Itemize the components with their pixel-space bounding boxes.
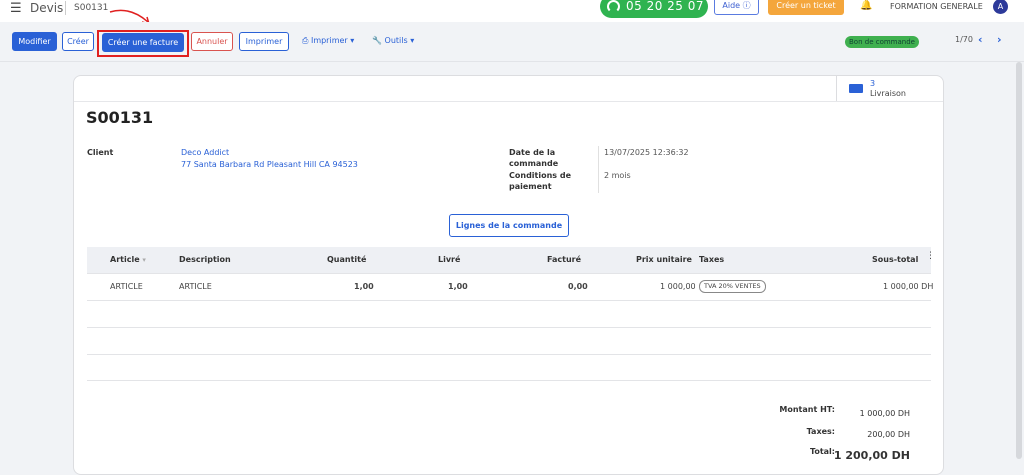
outils-dropdown[interactable]: 🔧 Outils ▾ — [372, 36, 414, 45]
annotation-highlight-box — [97, 30, 189, 57]
truck-icon — [849, 84, 863, 93]
annuler-button[interactable]: Annuler — [191, 32, 233, 51]
column-header-facture[interactable]: Facturé — [547, 255, 581, 264]
column-header-quantite[interactable]: Quantité — [327, 255, 366, 264]
pager-counter[interactable]: 1/70 — [955, 35, 973, 44]
row-divider — [87, 300, 931, 301]
imprimer-dropdown-label: Imprimer — [310, 36, 348, 45]
conditions-value: 2 mois — [604, 171, 631, 180]
taxes-value: 200,00 DH — [867, 430, 910, 439]
modifier-button[interactable]: Modifier — [12, 32, 57, 51]
user-name[interactable]: FORMATION GENERALE — [890, 1, 983, 13]
app-title[interactable]: Devis — [30, 0, 63, 16]
conditions-label-line2: paiement — [509, 182, 552, 191]
date-value: 13/07/2025 12:36:32 — [604, 148, 689, 157]
create-ticket-button[interactable]: Créer un ticket — [768, 0, 844, 15]
aide-label: Aide — [722, 1, 741, 10]
column-header-article[interactable]: Article ▾ — [110, 255, 146, 264]
column-header-sous-total[interactable]: Sous-total — [872, 255, 918, 264]
phone-pill[interactable]: 05 20 25 07 07 — [600, 0, 708, 36]
breadcrumb-separator — [65, 1, 66, 15]
printer-icon: ⎙ — [302, 36, 309, 45]
aide-button[interactable]: Aide ⓘ — [714, 0, 759, 15]
cell-facture: 0,00 — [568, 282, 588, 291]
total-ht-value: 1 000,00 DH — [859, 409, 910, 418]
total-value: 1 200,00 DH — [833, 449, 910, 462]
outils-dropdown-label: Outils — [384, 36, 408, 45]
column-header-description[interactable]: Description — [179, 255, 231, 264]
row-divider — [87, 354, 931, 355]
cell-livre: 1,00 — [448, 282, 468, 291]
form-sheet — [73, 75, 944, 475]
wrench-icon: 🔧 — [372, 36, 382, 45]
column-header-article-label: Article — [110, 255, 140, 264]
cell-sous-total: 1 000,00 DH — [883, 282, 934, 291]
imprimer-button[interactable]: Imprimer — [239, 32, 289, 51]
cell-article[interactable]: ARTICLE — [110, 282, 143, 291]
row-divider — [87, 327, 931, 328]
row-divider — [87, 380, 931, 381]
avatar[interactable]: A — [993, 0, 1008, 14]
question-icon: ⓘ — [742, 1, 751, 10]
breadcrumb: S00131 — [74, 3, 109, 13]
cell-quantite: 1,00 — [354, 282, 374, 291]
headset-icon — [607, 0, 620, 13]
sort-icon: ▾ — [142, 256, 146, 264]
total-ht-label: Montant HT: — [779, 405, 835, 414]
taxes-label: Taxes: — [806, 427, 835, 436]
bell-icon[interactable]: 🔔 — [860, 0, 872, 11]
tax-tag: TVA 20% VENTES — [699, 280, 766, 293]
scrollbar[interactable] — [1016, 62, 1022, 459]
order-lines-tab[interactable]: Lignes de la commande — [449, 214, 569, 237]
column-header-livre[interactable]: Livré — [438, 255, 460, 264]
cell-description: ARTICLE — [179, 282, 212, 291]
smart-button-count: 3 — [870, 79, 876, 88]
divider — [74, 101, 943, 102]
client-name-link[interactable]: Deco Addict — [181, 147, 229, 159]
hamburger-icon[interactable]: ☰ — [10, 1, 22, 16]
client-address: 77 Santa Barbara Rd Pleasant Hill CA 945… — [181, 160, 358, 169]
row-divider — [87, 273, 931, 274]
kebab-icon[interactable]: ⋮ — [926, 251, 935, 261]
column-header-taxes[interactable]: Taxes — [699, 255, 724, 264]
chevron-right-icon[interactable]: › — [997, 33, 1002, 46]
imprimer-dropdown[interactable]: ⎙ Imprimer ▾ — [302, 36, 354, 46]
date-label-line2: commande — [509, 159, 559, 168]
caret-down-icon: ▾ — [410, 36, 415, 45]
column-header-prix-unitaire[interactable]: Prix unitaire — [636, 255, 692, 264]
chevron-left-icon[interactable]: ‹ — [978, 33, 983, 46]
client-label: Client — [87, 148, 114, 157]
cell-prix-unitaire: 1 000,00 — [660, 282, 696, 291]
status-badge[interactable]: Bon de commande — [845, 36, 919, 48]
field-separator — [598, 146, 599, 193]
total-label: Total: — [809, 447, 835, 456]
caret-down-icon: ▾ — [350, 36, 355, 45]
page-title: S00131 — [86, 108, 154, 127]
smart-button-label: Livraison — [870, 89, 906, 98]
creer-button[interactable]: Créer — [62, 32, 94, 51]
